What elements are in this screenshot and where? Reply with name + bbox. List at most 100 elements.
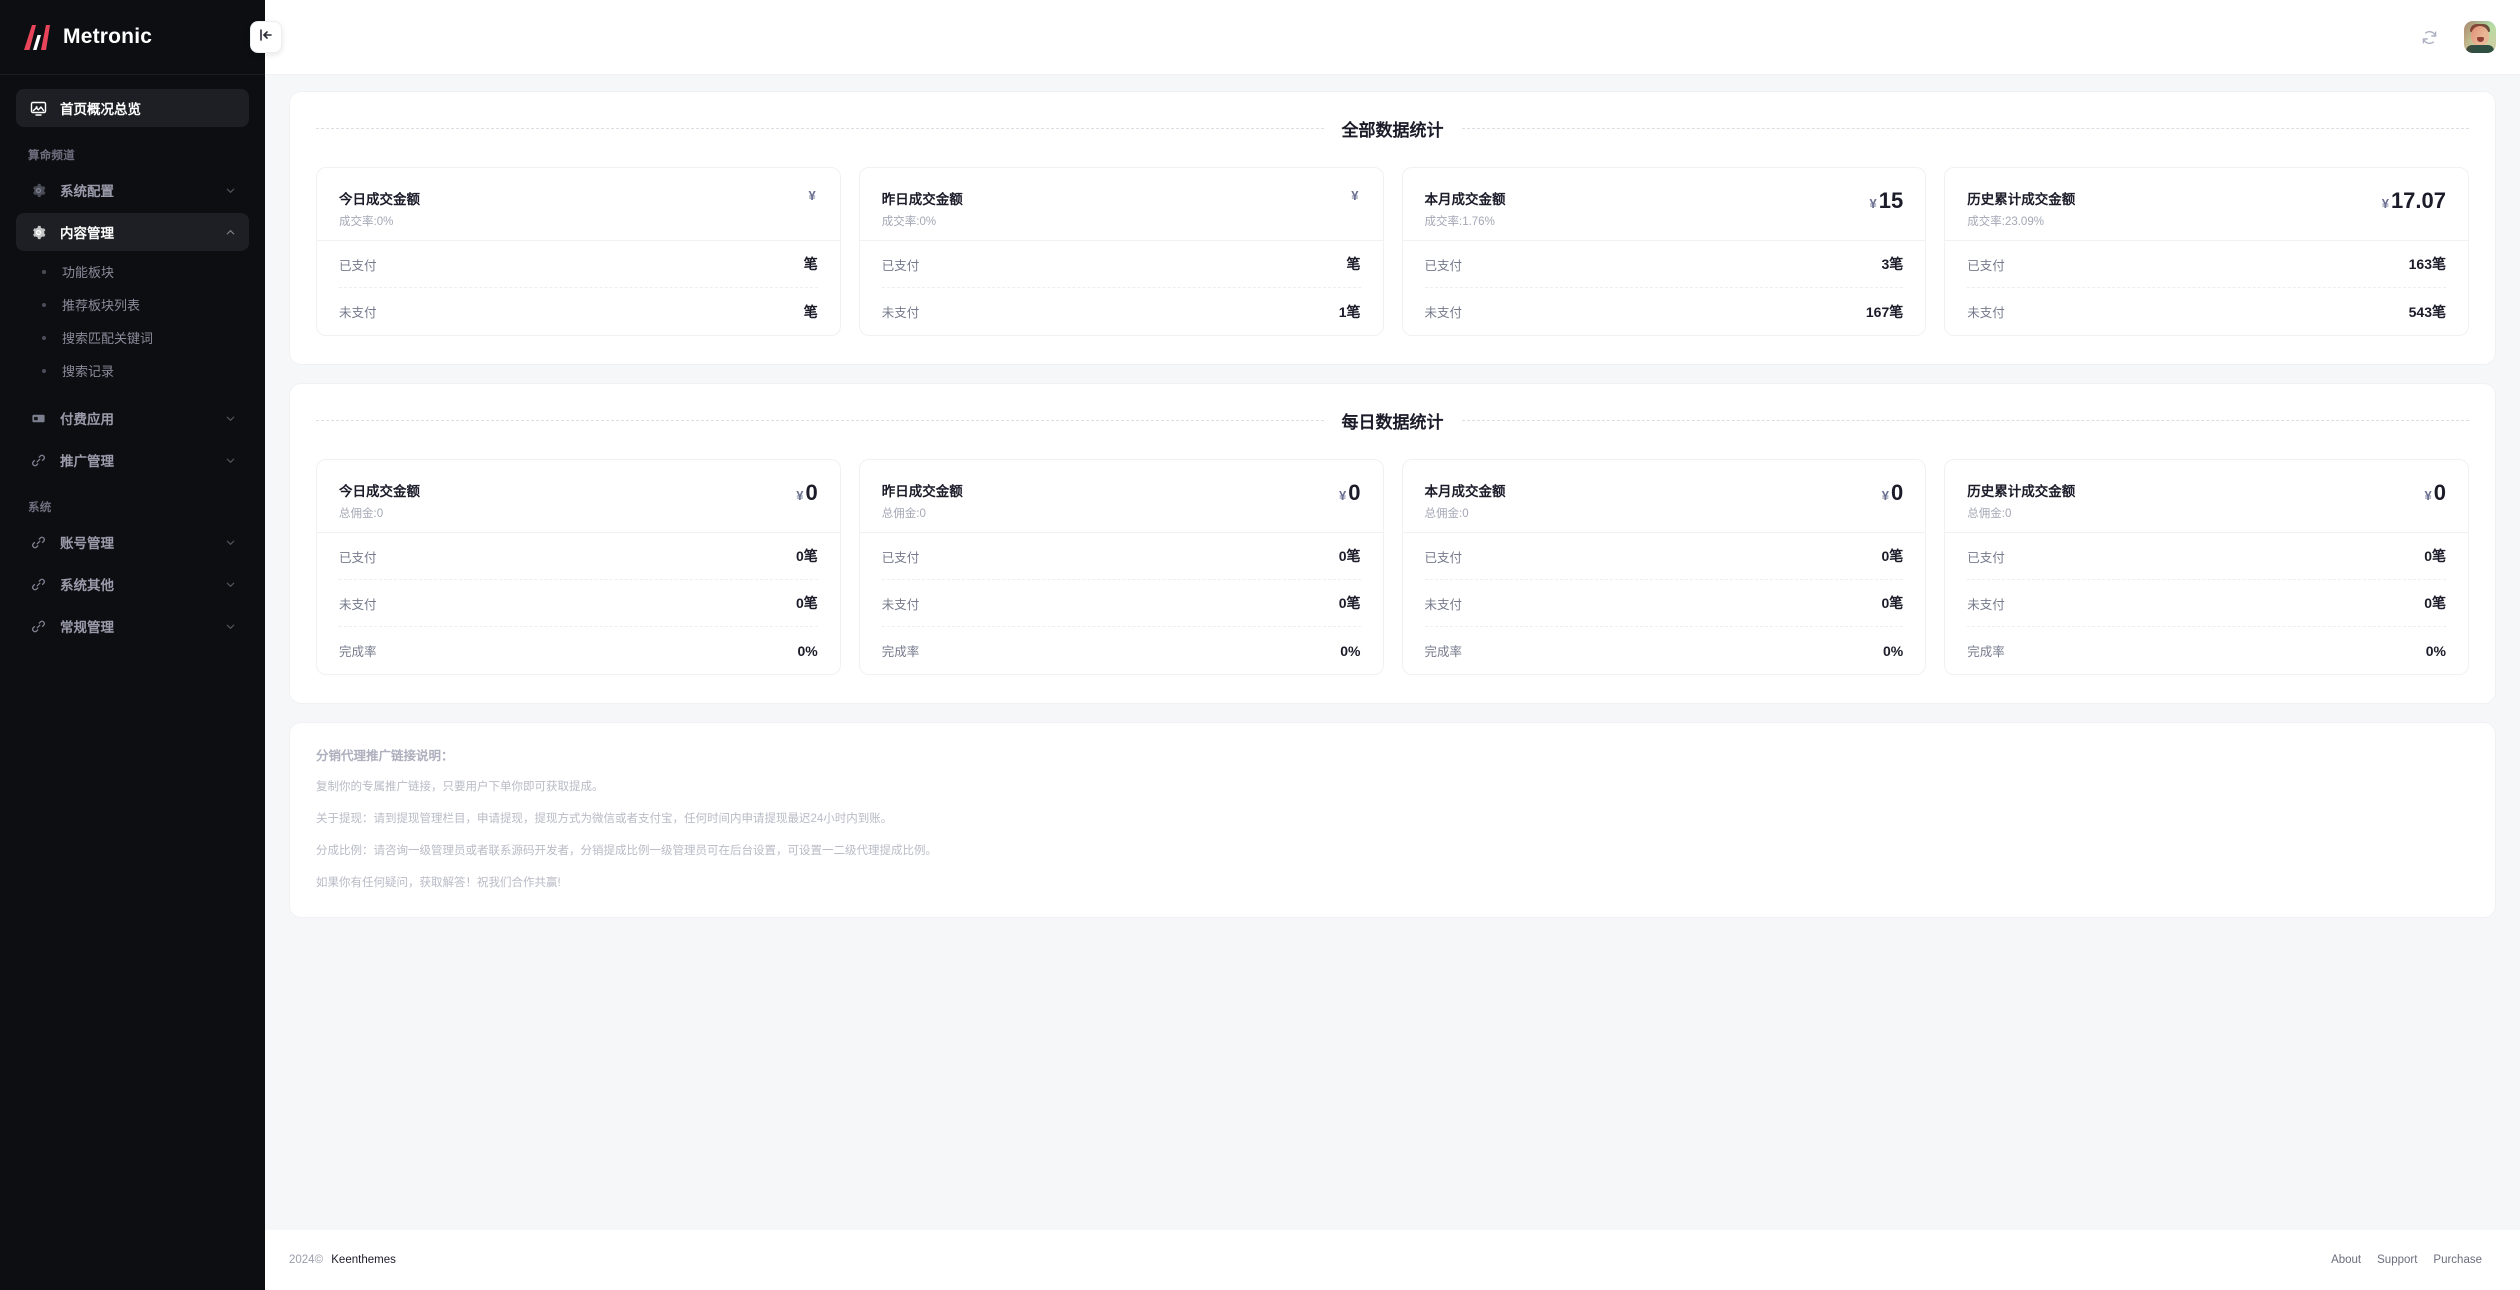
card-row: 完成率 0% xyxy=(1425,627,1904,674)
notes-title: 分销代理推广链接说明： xyxy=(316,749,454,763)
currency-symbol: ¥ xyxy=(1339,488,1347,503)
card-subtitle: 总佣金:0 xyxy=(1967,508,2012,520)
chevron-down-icon xyxy=(225,185,237,196)
stat-card[interactable]: 今日成交金额 成交率:0% ¥ 已支付 笔 未支付 笔 xyxy=(316,167,841,336)
collapse-left-icon xyxy=(258,27,274,48)
sidebar-subitem-recommend-block-list[interactable]: 推荐板块列表 xyxy=(16,288,249,321)
row-value: 0% xyxy=(2425,642,2446,659)
sidebar-header: Metronic xyxy=(0,0,265,75)
card-amount: ¥ 15 xyxy=(1870,188,1904,214)
row-value: 0笔 xyxy=(1338,595,1361,611)
divider-right xyxy=(1461,128,2469,129)
sidebar-item-system-config[interactable]: 系统配置 xyxy=(16,171,249,209)
row-label: 已支付 xyxy=(881,550,920,565)
topbar xyxy=(265,0,2520,75)
stat-card[interactable]: 昨日成交金额 总佣金:0 ¥ 0 已支付 0笔 未支付 0笔 完成率 0% xyxy=(858,459,1384,675)
chevron-down-icon xyxy=(225,413,237,424)
card-title: 历史累计成交金额 xyxy=(1967,484,2076,499)
card-body: 已支付 笔 未支付 笔 xyxy=(317,240,840,335)
main-area: 全部数据统计 今日成交金额 成交率:0% ¥ 已支付 笔 未支付 笔 昨日成交金… xyxy=(265,0,2520,1290)
note-line: 复制你的专属推广链接，只要用户下单你即可获取提成。 xyxy=(316,781,604,793)
card-amount: ¥ xyxy=(1351,188,1360,203)
amount-value: 17.07 xyxy=(2390,188,2446,213)
sidebar-item-system-other[interactable]: 系统其他 xyxy=(16,565,249,603)
footer: 2024© Keenthemes About Support Purchase xyxy=(265,1230,2520,1290)
sidebar-group-label-1: 系统 xyxy=(28,502,52,514)
card-header: 今日成交金额 总佣金:0 ¥ 0 xyxy=(317,460,840,532)
sidebar-item-general-management[interactable]: 常规管理 xyxy=(16,607,249,645)
row-label: 完成率 xyxy=(881,645,920,659)
card-title: 历史累计成交金额 xyxy=(1967,192,2076,207)
card-body: 已支付 0笔 未支付 0笔 完成率 0% xyxy=(317,532,840,674)
card-title: 本月成交金额 xyxy=(1424,484,1506,499)
currency-symbol: ¥ xyxy=(808,188,816,203)
stat-card[interactable]: 历史累计成交金额 总佣金:0 ¥ 0 已支付 0笔 未支付 0笔 完成率 0% xyxy=(1944,459,2469,675)
link-icon xyxy=(28,619,48,634)
stat-card[interactable]: 昨日成交金额 成交率:0% ¥ 已支付 笔 未支付 1笔 xyxy=(858,167,1384,336)
footer-link-purchase[interactable]: Purchase xyxy=(2433,1254,2482,1266)
row-label: 已支付 xyxy=(1424,258,1463,273)
sidebar-item-label: 系统配置 xyxy=(60,184,114,199)
user-avatar[interactable] xyxy=(2464,21,2496,53)
currency-symbol: ¥ xyxy=(796,488,804,503)
sidebar-item-paid-apps[interactable]: 付费应用 xyxy=(16,399,249,437)
card-row: 未支付 1笔 xyxy=(882,288,1361,335)
sidebar: Metronic 首页概况总览 算命频道 系统配置 内容管理 功能板块 推荐板块… xyxy=(0,0,282,1290)
row-value: 笔 xyxy=(803,303,818,320)
card-title: 昨日成交金额 xyxy=(881,192,963,207)
row-value: 0笔 xyxy=(2424,595,2446,611)
stat-card[interactable]: 今日成交金额 总佣金:0 ¥ 0 已支付 0笔 未支付 0笔 完成率 0% xyxy=(316,459,841,675)
sidebar-group-label-0: 算命频道 xyxy=(28,150,75,162)
card-amount: ¥ 0 xyxy=(1339,480,1360,506)
row-label: 已支付 xyxy=(1424,550,1463,565)
divider-left xyxy=(316,128,1324,129)
stat-card[interactable]: 本月成交金额 总佣金:0 ¥ 0 已支付 0笔 未支付 0笔 完成率 0% xyxy=(1401,459,1927,675)
note-line: 分成比例：请咨询一级管理员或者联系源码开发者，分销提成比例一级管理员可在后台设置… xyxy=(316,844,937,857)
card-row: 未支付 0笔 xyxy=(881,580,1361,627)
chevron-down-icon xyxy=(225,537,237,548)
row-label: 已支付 xyxy=(881,258,920,273)
footer-link-about[interactable]: About xyxy=(2331,1254,2361,1266)
card-row: 未支付 543笔 xyxy=(1967,288,2446,335)
amount-value: 0 xyxy=(2433,480,2446,505)
row-value: 1笔 xyxy=(1338,303,1361,320)
section-title: 每日数据统计 xyxy=(1341,413,1444,432)
currency-symbol: ¥ xyxy=(1869,196,1877,211)
sidebar-subitem-search-records[interactable]: 搜索记录 xyxy=(16,354,249,387)
row-value: 0笔 xyxy=(2424,548,2446,564)
card-row: 已支付 笔 xyxy=(881,241,1361,288)
refresh-circle-icon[interactable] xyxy=(2416,24,2442,50)
dashboard-monitor-icon xyxy=(28,100,48,117)
sidebar-item-account-management[interactable]: 账号管理 xyxy=(16,523,249,561)
sidebar-collapse-button[interactable] xyxy=(250,21,282,53)
sidebar-subitem-search-keywords[interactable]: 搜索匹配关键词 xyxy=(16,321,249,354)
card-row: 未支付 167笔 xyxy=(1425,288,1904,335)
stat-card[interactable]: 本月成交金额 成交率:1.76% ¥ 15 已支付 3笔 未支付 167笔 xyxy=(1401,167,1927,336)
card-subtitle: 成交率:23.09% xyxy=(1967,216,2044,228)
card-header: 昨日成交金额 成交率:0% ¥ xyxy=(860,168,1383,240)
sidebar-subitem-feature-blocks[interactable]: 功能板块 xyxy=(16,255,249,288)
card-row: 未支付 0笔 xyxy=(1967,580,2446,627)
footer-link-support[interactable]: Support xyxy=(2377,1254,2417,1266)
card-title: 今日成交金额 xyxy=(339,484,420,499)
card-subtitle: 总佣金:0 xyxy=(881,508,926,520)
sidebar-item-promotion-management[interactable]: 推广管理 xyxy=(16,441,249,479)
sidebar-item-label: 付费应用 xyxy=(60,412,114,427)
amount-value: 0 xyxy=(1891,480,1904,505)
card-body: 已支付 163笔 未支付 543笔 xyxy=(1945,240,2468,335)
card-row: 已支付 笔 xyxy=(339,241,818,288)
currency-symbol: ¥ xyxy=(2424,488,2432,503)
card-header: 历史累计成交金额 成交率:23.09% ¥ 17.07 xyxy=(1945,168,2468,240)
row-value: 0笔 xyxy=(1881,548,1904,564)
panel-daily-data-statistics: 每日数据统计 今日成交金额 总佣金:0 ¥ 0 已支付 0笔 未支付 0笔 完成… xyxy=(289,383,2496,704)
content-area: 全部数据统计 今日成交金额 成交率:0% ¥ 已支付 笔 未支付 笔 昨日成交金… xyxy=(265,75,2520,1230)
sidebar-item-content-management[interactable]: 内容管理 xyxy=(16,213,249,251)
bullet-icon xyxy=(42,269,46,274)
card-subtitle: 总佣金:0 xyxy=(1424,508,1469,520)
stat-card[interactable]: 历史累计成交金额 成交率:23.09% ¥ 17.07 已支付 163笔 未支付… xyxy=(1944,167,2469,336)
row-value: 3笔 xyxy=(1881,256,1904,272)
row-value: 0% xyxy=(1883,642,1904,659)
footer-brand: Keenthemes xyxy=(331,1254,396,1266)
sidebar-item-home[interactable]: 首页概况总览 xyxy=(16,89,249,127)
link-icon xyxy=(28,453,48,468)
